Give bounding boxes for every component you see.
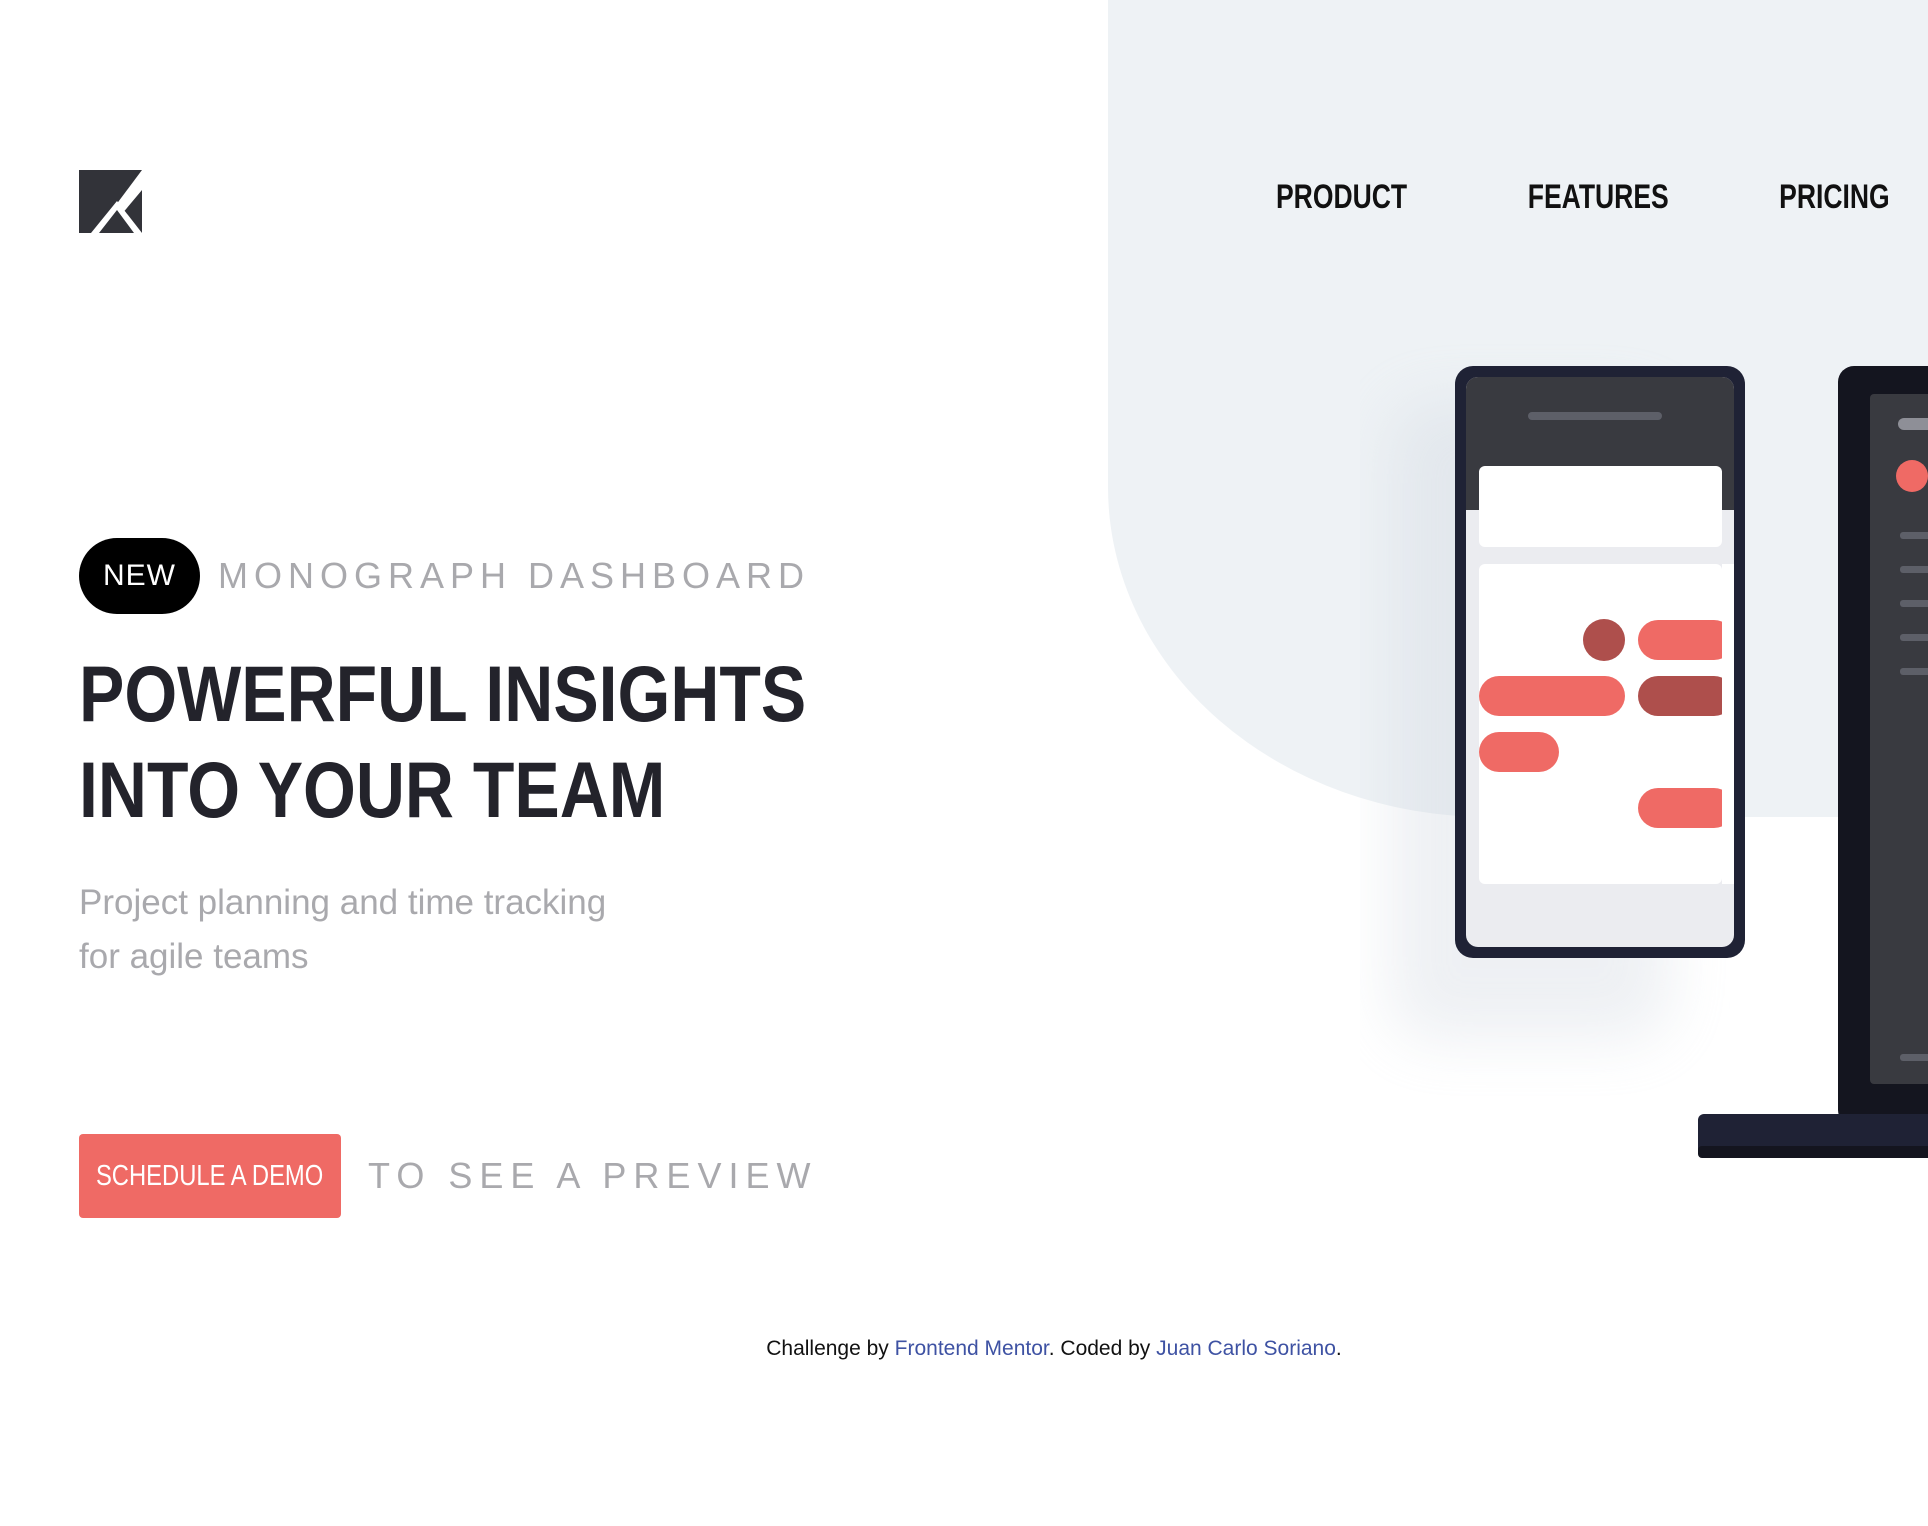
footer-suffix: .	[1335, 1337, 1342, 1360]
cta-suffix-text: TO SEE A PREVIEW	[368, 1155, 818, 1196]
logo-icon[interactable]	[79, 170, 142, 233]
author-link[interactable]: Juan Carlo Soriano	[1156, 1337, 1336, 1360]
frontend-mentor-link[interactable]: Frontend Mentor	[895, 1337, 1049, 1360]
hero-tagline-row: NEW MONOGRAPH DASHBOARD	[79, 538, 810, 614]
attribution-footer: Challenge by Frontend Mentor. Coded by J…	[0, 1337, 1928, 1361]
new-badge: NEW	[79, 538, 200, 614]
hero-headline: POWERFUL INSIGHTS INTO YOUR TEAM	[79, 646, 806, 838]
nav-item-features[interactable]: FEATURES	[1527, 178, 1668, 217]
nav-item-product[interactable]: PRODUCT	[1276, 178, 1407, 217]
cta-row: SCHEDULE A DEMO TO SEE A PREVIEW	[79, 1134, 817, 1218]
nav-item-pricing[interactable]: PRICING	[1779, 178, 1890, 217]
schedule-demo-button[interactable]: SCHEDULE A DEMO	[79, 1134, 341, 1218]
main-nav: PRODUCT FEATURES PRICING	[1239, 178, 1890, 217]
footer-middle: . Coded by	[1048, 1337, 1157, 1360]
schedule-demo-label: SCHEDULE A DEMO	[96, 1159, 324, 1192]
hero-subtext: Project planning and time tracking for a…	[79, 883, 607, 976]
product-tagline: MONOGRAPH DASHBOARD	[218, 555, 811, 596]
footer-prefix: Challenge by	[766, 1337, 895, 1360]
devices-illustration-icon	[1360, 340, 1928, 1180]
headline-line-1: POWERFUL INSIGHTS	[79, 649, 807, 738]
headline-line-2: INTO YOUR TEAM	[79, 745, 666, 834]
